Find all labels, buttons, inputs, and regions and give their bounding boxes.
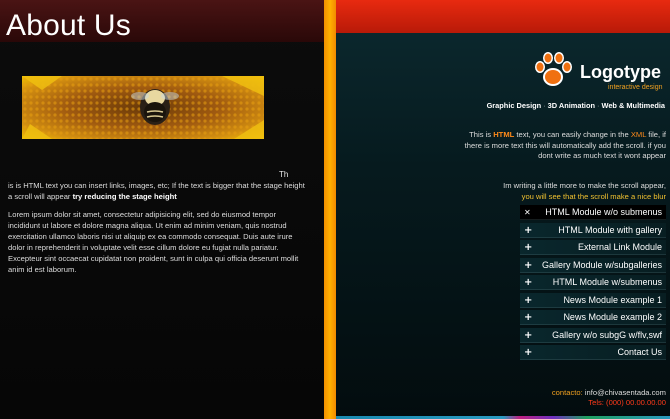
menu-item-gallery-subgalleries[interactable]: + Gallery Module w/subgalleries — [520, 257, 666, 273]
main-menu: ✕ HTML Module w/o submenus + HTML Module… — [520, 205, 666, 363]
contact-label: contacto: — [551, 388, 583, 397]
menu-item-html-module-no-submenus[interactable]: ✕ HTML Module w/o submenus — [520, 205, 666, 220]
separator-dot: · — [543, 101, 546, 110]
menu-item-gallery-flv-swf[interactable]: + Gallery w/o subgG w/flv,swf — [520, 327, 666, 343]
plus-icon: + — [524, 347, 533, 359]
contact-info: contacto: info@chivasentada.com Tels: (0… — [552, 388, 666, 408]
separator-dot: · — [597, 101, 600, 110]
bee-sunflower-image — [22, 76, 264, 139]
close-icon: ✕ — [524, 208, 531, 217]
intro-bold-text: try reducing the stage height — [72, 192, 177, 201]
menu-item-label: HTML Module with gallery — [558, 224, 662, 235]
contact-email[interactable]: info@chivasentada.com — [585, 388, 666, 397]
panel-divider — [324, 0, 336, 419]
menu-item-label: HTML Module w/o submenus — [545, 207, 662, 217]
logo-tagline: interactive design — [608, 84, 663, 91]
service-item: Web & Multimedia — [601, 101, 665, 110]
plus-icon: + — [524, 224, 533, 236]
menu-item-label: HTML Module w/submenus — [552, 277, 662, 288]
intro-text-segment: This is — [469, 130, 494, 139]
menu-item-label: External Link Module — [577, 242, 662, 253]
intro-text-2: Im writing a little more to make the scr… — [456, 181, 666, 202]
services-line: Graphic Design · 3D Animation · Web & Multim… — [487, 101, 665, 110]
service-item: 3D Animation — [547, 101, 596, 110]
plus-icon: + — [524, 277, 533, 289]
intro-text-segment: text, you can easily change in the — [514, 130, 631, 139]
text-fragment: Th — [279, 170, 289, 179]
paw-icon — [533, 50, 573, 90]
menu-item-label: Contact Us — [617, 347, 662, 358]
lorem-paragraph: Lorem ipsum dolor sit amet, consectetur … — [8, 210, 299, 274]
intro-text-1: This is HTML text, you can easily change… — [456, 130, 666, 162]
menu-item-label: Gallery Module w/subgalleries — [541, 259, 662, 270]
nav-header — [336, 0, 670, 33]
logo-name: Logotype — [580, 62, 661, 82]
intro-text-segment: Im writing a little more to make the scr… — [503, 181, 666, 190]
html-highlight: HTML — [493, 130, 515, 139]
plus-icon: + — [524, 294, 533, 306]
menu-item-contact-us[interactable]: + Contact Us — [520, 345, 666, 361]
intro-text-faded: you will see that the scroll make a nice… — [521, 191, 666, 201]
plus-icon: + — [524, 329, 533, 341]
menu-item-label: Gallery w/o subgG w/flv,swf — [552, 329, 662, 340]
menu-item-news-1[interactable]: + News Module example 1 — [520, 292, 666, 308]
navigation-panel: Logotype interactive design Graphic Desi… — [336, 0, 670, 419]
xml-highlight: XML — [630, 130, 647, 139]
tel-number: (000) 00.00.00.00 — [606, 398, 666, 407]
tel-label: Tels: — [588, 398, 604, 407]
plus-icon: + — [524, 242, 533, 254]
plus-icon: + — [524, 259, 533, 271]
menu-item-label: News Module example 2 — [563, 312, 662, 323]
intro-paragraph: is is HTML text you can insert links, im… — [8, 180, 308, 202]
menu-item-html-module-gallery[interactable]: + HTML Module with gallery — [520, 222, 666, 238]
service-item: Graphic Design — [486, 101, 542, 110]
page-title: About Us — [6, 9, 131, 42]
plus-icon: + — [524, 312, 533, 324]
menu-item-external-link[interactable]: + External Link Module — [520, 240, 666, 256]
content-panel: About Us Th is is HTML text you can inse… — [0, 0, 324, 419]
menu-item-label: News Module example 1 — [563, 294, 662, 305]
menu-item-news-2[interactable]: + News Module example 2 — [520, 310, 666, 326]
menu-item-html-module-submenus[interactable]: + HTML Module w/submenus — [520, 275, 666, 291]
